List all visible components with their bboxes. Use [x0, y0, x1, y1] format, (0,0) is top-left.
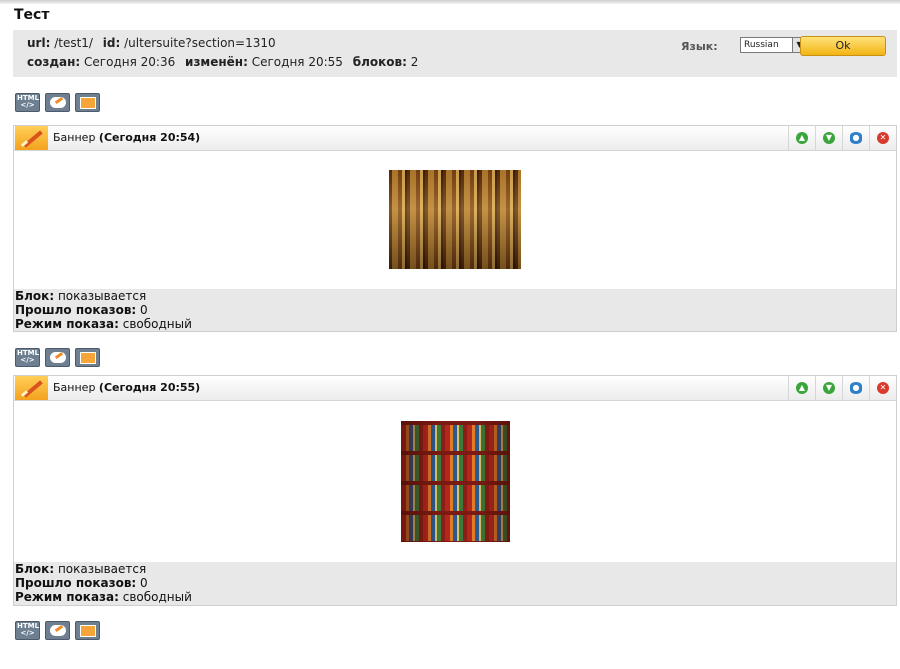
shows-count: Прошло показов: 0: [15, 303, 148, 317]
created-value: Сегодня 20:36: [84, 55, 176, 69]
arrow-down-icon: ▼: [823, 382, 835, 394]
close-icon: ✕: [877, 132, 889, 144]
banner-header: Баннер (Сегодня 20:55) ▲ ▼ ● ✕: [14, 376, 896, 401]
move-up-button[interactable]: ▲: [788, 126, 815, 150]
top-divider: [0, 0, 900, 4]
show-mode: Режим показа: свободный: [15, 317, 192, 331]
banner-stats: Блок: показывается Прошло показов: 0 Реж…: [14, 562, 896, 605]
html-icon: HTML </>: [17, 349, 40, 364]
html-block-button[interactable]: HTML </>: [15, 348, 40, 367]
comment-pencil-icon: [50, 352, 66, 363]
eye-icon: ●: [850, 132, 862, 144]
banner-date: (Сегодня 20:54): [98, 131, 201, 144]
id-label: id:: [102, 36, 121, 50]
created-label: создан:: [27, 55, 81, 69]
banner-content: [14, 401, 896, 562]
eye-icon: ●: [850, 382, 862, 394]
banner-content: [14, 151, 896, 289]
text-block-button[interactable]: [45, 621, 70, 640]
comment-pencil-icon: [50, 625, 66, 636]
html-block-button[interactable]: HTML </>: [15, 93, 40, 112]
arrow-up-icon: ▲: [796, 382, 808, 394]
comment-pencil-icon: [50, 97, 66, 108]
preview-button[interactable]: ●: [842, 376, 869, 400]
edit-pencil-icon[interactable]: [15, 376, 48, 400]
html-icon: HTML </>: [17, 94, 40, 109]
edit-pencil-icon[interactable]: [15, 126, 48, 150]
banner-block-button[interactable]: [75, 621, 100, 640]
id-value: /ultersuite?section=1310: [124, 36, 276, 50]
banner-title: Баннер (Сегодня 20:54): [53, 131, 200, 144]
banner-block-button[interactable]: [75, 348, 100, 367]
banner-header: Баннер (Сегодня 20:54) ▲ ▼ ● ✕: [14, 126, 896, 151]
banner-type: Баннер: [53, 131, 96, 144]
delete-button[interactable]: ✕: [869, 376, 896, 400]
text-block-button[interactable]: [45, 348, 70, 367]
language-label: Язык:: [681, 40, 718, 53]
banner-block: Баннер (Сегодня 20:54) ▲ ▼ ● ✕ Блок: пок…: [13, 125, 897, 332]
arrow-down-icon: ▼: [823, 132, 835, 144]
banner-type: Баннер: [53, 381, 96, 394]
block-status: Блок: показывается: [15, 562, 147, 576]
modified-value: Сегодня 20:55: [251, 55, 343, 69]
block-status: Блок: показывается: [15, 289, 147, 303]
language-select[interactable]: Russian ▼: [740, 37, 807, 53]
banner-block-button[interactable]: [75, 93, 100, 112]
page-info-panel: url: /test1/ id: /ultersuite?section=131…: [13, 30, 897, 77]
ok-button[interactable]: Ok: [800, 36, 886, 56]
language-selected-value: Russian: [744, 40, 779, 50]
page-meta-line: создан: Сегодня 20:36 изменён: Сегодня 2…: [27, 55, 418, 69]
text-block-button[interactable]: [45, 93, 70, 112]
move-down-button[interactable]: ▼: [815, 126, 842, 150]
delete-button[interactable]: ✕: [869, 126, 896, 150]
image-icon: [80, 625, 96, 637]
show-mode: Режим показа: свободный: [15, 590, 192, 604]
url-value: /test1/: [54, 36, 93, 50]
banner-stats: Блок: показывается Прошло показов: 0 Реж…: [14, 289, 896, 331]
blocks-value: 2: [410, 55, 419, 69]
blocks-label: блоков:: [352, 55, 407, 69]
url-label: url:: [27, 36, 51, 50]
banner-block: Баннер (Сегодня 20:55) ▲ ▼ ● ✕ Блок: пок…: [13, 375, 897, 606]
move-down-button[interactable]: ▼: [815, 376, 842, 400]
image-icon: [80, 97, 96, 109]
close-icon: ✕: [877, 382, 889, 394]
banner-actions: ▲ ▼ ● ✕: [788, 376, 896, 400]
page-title: Тест: [14, 7, 50, 23]
shows-count: Прошло показов: 0: [15, 576, 148, 590]
image-icon: [80, 352, 96, 364]
preview-button[interactable]: ●: [842, 126, 869, 150]
modified-label: изменён:: [185, 55, 248, 69]
banner-title: Баннер (Сегодня 20:55): [53, 381, 200, 394]
arrow-up-icon: ▲: [796, 132, 808, 144]
html-block-button[interactable]: HTML </>: [15, 621, 40, 640]
page-url-line: url: /test1/ id: /ultersuite?section=131…: [27, 36, 276, 50]
banner-actions: ▲ ▼ ● ✕: [788, 126, 896, 150]
html-icon: HTML </>: [17, 622, 40, 637]
banner-image[interactable]: [389, 170, 521, 269]
move-up-button[interactable]: ▲: [788, 376, 815, 400]
banner-image[interactable]: [401, 421, 510, 542]
banner-date: (Сегодня 20:55): [98, 381, 201, 394]
